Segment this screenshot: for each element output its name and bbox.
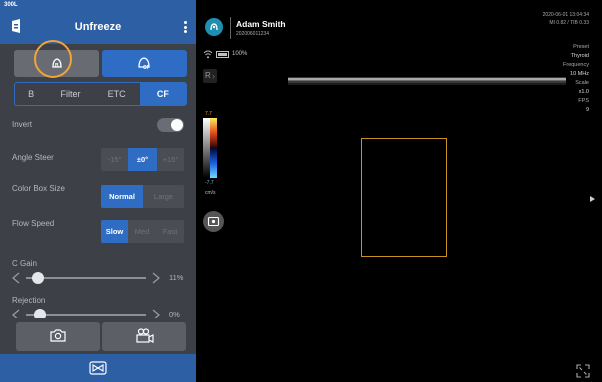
expand-icon[interactable] [576,364,590,378]
battery-icon [216,51,229,58]
video-camera-icon [136,328,154,343]
color-box-size-label: Color Box Size [12,184,65,193]
tab-etc[interactable]: ETC [94,83,140,105]
r-orientation-toggle[interactable]: R [203,69,217,83]
color-scale-unit: cm/s [205,190,216,196]
tab-filter[interactable]: Filter [47,83,93,105]
flow-speed-fast[interactable]: Fast [156,220,184,243]
flow-speed-med[interactable]: Med [128,220,156,243]
mi-ti-readout: MI 0.82 / TIB 0.33 [549,19,589,26]
patient-icon[interactable] [205,18,223,36]
datetime-info: 2020-06-01 13:04:34 MI 0.82 / TIB 0.33 [543,12,589,27]
chevron-left-icon[interactable] [12,272,20,284]
c-gain-slider[interactable]: 11% [12,270,184,286]
angle-steer-option-plus15[interactable]: +15° [157,148,184,171]
param-fps-value: 9 [585,107,589,113]
rejection-value: 0% [169,310,180,318]
param-fps-label: FPS [578,98,589,104]
svg-text:B: B [55,63,59,69]
record-video-button[interactable] [102,322,186,351]
color-scale-bottom: -7.7 [205,180,214,186]
angle-steer-label: Angle Steer [12,153,54,162]
angle-steer-selector: -15° ±0° +15° [101,148,184,171]
kebab-menu-icon[interactable] [184,21,187,33]
color-box-size-selector: Normal Large [101,185,184,208]
battery-percent: 100% [232,51,248,57]
color-scale-top: 7.7 [205,111,212,117]
patient-id: 202006011234 [236,31,269,37]
unfreeze-title[interactable]: Unfreeze [0,10,196,44]
chevron-left-icon[interactable] [12,309,20,318]
color-box-roi[interactable] [361,138,447,257]
settings-icon [207,216,220,227]
date-time: 2020-06-01 13:04:34 [542,12,589,18]
probe-status-bar: 300L [0,0,196,10]
color-box-size-large[interactable]: Large [143,185,184,208]
c-gain-track [26,277,146,279]
param-preset-value: Thyroid [570,53,589,59]
angle-steer-option-0[interactable]: ±0° [128,148,157,171]
invert-label: Invert [12,120,33,129]
tab-b[interactable]: B [15,83,47,105]
chevron-right-icon[interactable] [152,309,160,318]
c-gain-label: C Gain [12,259,37,268]
rejection-knob[interactable] [34,309,46,318]
flow-speed-selector: Slow Med Fast [101,220,184,243]
r-label: R [205,71,211,80]
b-mode-button[interactable]: B [14,50,99,77]
color-box-size-normal[interactable]: Normal [101,185,143,208]
svg-text:CF: CF [143,65,150,71]
panel-header: Unfreeze [0,10,196,44]
color-scale-bar [203,118,217,178]
wifi-icon [203,50,213,59]
image-settings-button[interactable] [203,211,224,232]
patient-name: Adam Smith [236,19,286,29]
c-gain-value: 11% [169,273,184,282]
ultrasound-skin-line [288,77,566,85]
param-scale-value: x1.0 [578,89,589,95]
flow-speed-label: Flow Speed [12,219,55,228]
rejection-slider[interactable]: 0% [12,307,184,318]
b-mode-probe-icon: B [52,58,62,69]
flow-speed-slow[interactable]: Slow [101,220,128,243]
param-frequency-label: Frequency [563,62,589,68]
probe-model-label: 300L [4,2,18,8]
tab-cf[interactable]: CF [139,83,186,105]
header-divider [230,17,231,39]
param-preset-label: Preset [573,44,589,50]
capture-image-button[interactable] [16,322,100,351]
mode-tabs: B Filter ETC CF [14,82,187,106]
cf-mode-button[interactable]: CF [102,50,187,77]
c-gain-knob[interactable] [32,272,44,284]
invert-toggle[interactable] [157,118,184,132]
cf-mode-probe-icon: CF [138,57,150,71]
freeze-toggle-icon [89,361,107,375]
chevron-right-icon[interactable] [152,272,160,284]
play-arrow-icon[interactable] [590,196,595,202]
freeze-bar[interactable] [0,354,196,382]
rejection-label: Rejection [12,296,46,305]
camera-icon [50,329,66,342]
angle-steer-option-minus15[interactable]: -15° [101,148,128,171]
